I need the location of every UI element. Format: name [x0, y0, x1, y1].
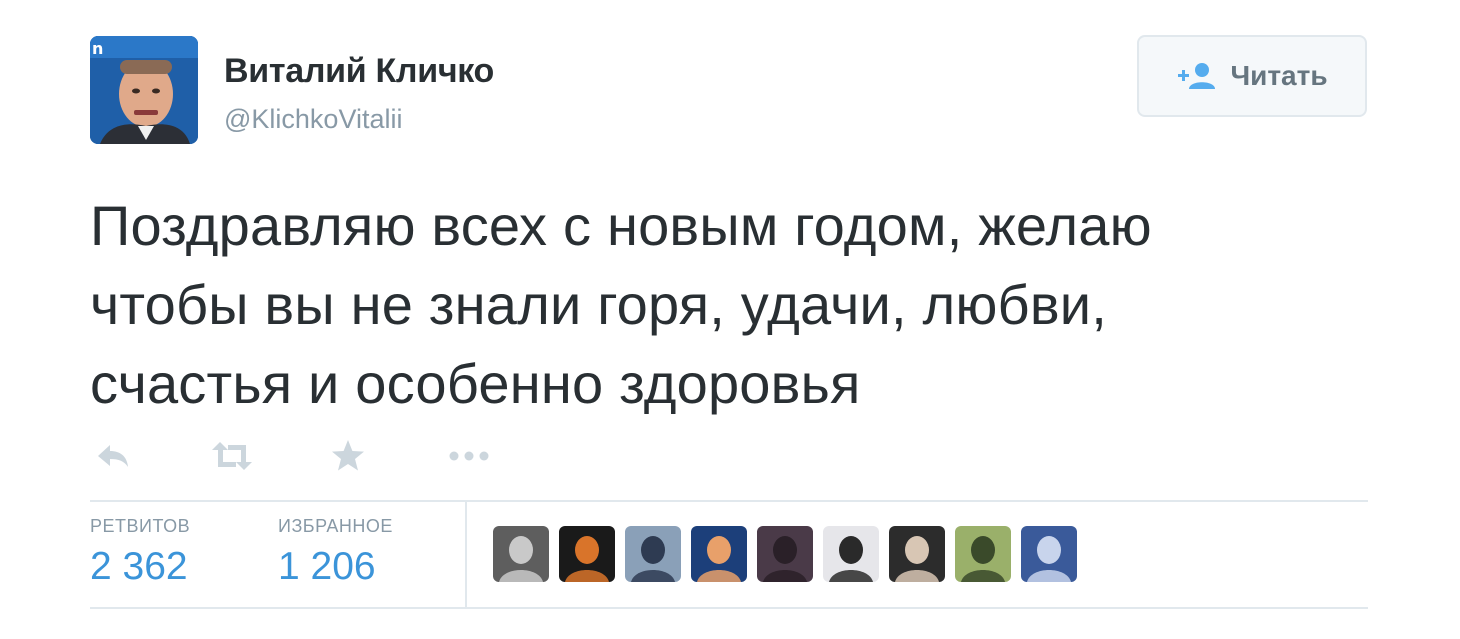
favoriter-avatar[interactable] [559, 526, 615, 582]
follow-person-plus-icon [1178, 63, 1216, 89]
tweet-text-line: чтобы вы не знали горя, удачи, любви, [90, 273, 1108, 336]
favoriter-avatar[interactable] [889, 526, 945, 582]
favoriter-avatar[interactable] [625, 526, 681, 582]
author-display-name[interactable]: Виталий Кличко [224, 52, 494, 91]
favoriter-avatar[interactable] [823, 526, 879, 582]
favoriter-avatar[interactable] [493, 526, 549, 582]
stats-bottom-divider [90, 607, 1368, 609]
favorites-label: ИЗБРАННОЕ [278, 516, 393, 536]
favorites-count: 1 206 [278, 545, 376, 588]
favoriter-avatar[interactable] [691, 526, 747, 582]
tweet-text-line: счастья и особенно здоровья [90, 352, 861, 415]
favorited-by-avatars [493, 526, 1077, 582]
follow-button-label: Читать [1230, 60, 1328, 91]
retweets-stat[interactable]: РЕТВИТОВ 2 362 [90, 516, 190, 589]
retweets-count: 2 362 [90, 545, 188, 588]
svg-text:n: n [92, 39, 103, 58]
favorites-stat[interactable]: ИЗБРАННОЕ 1 206 [278, 516, 393, 589]
stats-vertical-divider [465, 502, 467, 607]
retweet-icon[interactable] [208, 436, 256, 476]
tweet-text-line: Поздравляю всех с новым годом, желаю [90, 194, 1152, 257]
favoriter-avatar[interactable] [757, 526, 813, 582]
retweets-label: РЕТВИТОВ [90, 516, 191, 536]
favoriter-avatar[interactable] [1021, 526, 1077, 582]
author-avatar[interactable]: n [90, 36, 198, 144]
favoriter-avatar[interactable] [955, 526, 1011, 582]
follow-button[interactable]: Читать [1137, 35, 1367, 117]
author-handle[interactable]: @KlichkoVitalii [224, 104, 402, 135]
stats-top-divider [90, 500, 1368, 502]
more-dots-icon[interactable] [446, 436, 492, 476]
star-icon[interactable] [330, 436, 366, 476]
reply-icon[interactable] [94, 436, 132, 476]
tweet-text: Поздравляю всех с новым годом, желаю что… [90, 186, 1370, 423]
